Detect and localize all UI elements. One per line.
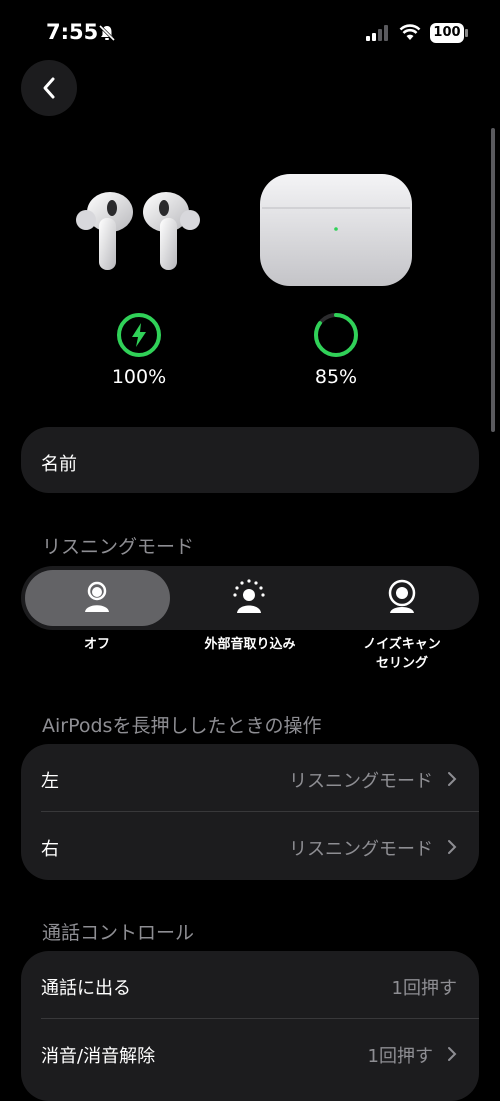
buds-battery-percent: 100% (111, 366, 167, 388)
chevron-right-icon (448, 772, 457, 786)
left-value: リスニングモード (289, 771, 433, 792)
mode-transparency-icon[interactable] (232, 579, 266, 615)
listening-mode-title: リスニングモード (42, 536, 195, 558)
chevron-right-icon (448, 1047, 457, 1061)
press-hold-right-row[interactable]: 右 リスニングモード (21, 812, 479, 880)
press-hold-card: 左 リスニングモード 右 リスニングモード (21, 744, 479, 880)
scrollbar[interactable] (491, 128, 495, 432)
airpods-earbuds-image (76, 192, 200, 270)
mode-off-label[interactable]: オフ (37, 635, 157, 654)
mute-unmute-value: 1回押す (367, 1046, 433, 1067)
status-time: 7:55 (46, 20, 99, 44)
mute-unmute-row[interactable]: 消音/消音解除 1回押す (21, 1019, 479, 1087)
press-hold-left-row[interactable]: 左 リスニングモード (21, 744, 479, 811)
airpods-case-image (260, 174, 412, 286)
right-label: 右 (41, 839, 59, 860)
mode-noise-cancellation-label[interactable]: ノイズキャン セリング (340, 635, 464, 673)
case-battery-percent: 85% (314, 366, 358, 388)
battery-nub (465, 29, 468, 37)
mode-noise-cancellation-icon[interactable] (387, 579, 417, 615)
mode-off-icon[interactable] (83, 581, 111, 615)
bell-muted-icon (98, 24, 116, 42)
chevron-right-icon (448, 840, 457, 854)
call-controls-title: 通話コントロール (42, 922, 195, 944)
buds-battery-ring (117, 313, 161, 357)
right-value: リスニングモード (289, 839, 433, 860)
battery-indicator: 100 (430, 23, 464, 43)
name-row[interactable]: 名前 (21, 427, 479, 493)
case-battery-ring (314, 313, 358, 357)
call-controls-card: 通話に出る 1回押す 消音/消音解除 1回押す (21, 951, 479, 1101)
left-label: 左 (41, 771, 59, 792)
answer-call-value: 1回押す (391, 978, 457, 999)
chevron-left-icon (43, 77, 55, 99)
cellular-signal-icon (366, 25, 388, 41)
wifi-icon (399, 24, 421, 40)
mute-unmute-label: 消音/消音解除 (41, 1046, 156, 1067)
mode-transparency-label[interactable]: 外部音取り込み (185, 635, 315, 654)
answer-call-row[interactable]: 通話に出る 1回押す (21, 951, 479, 1018)
name-label: 名前 (41, 454, 77, 475)
back-button[interactable] (21, 60, 77, 116)
answer-call-label: 通話に出る (41, 978, 131, 999)
charging-bolt-icon (132, 323, 146, 347)
press-hold-title: AirPodsを長押ししたときの操作 (42, 715, 322, 737)
